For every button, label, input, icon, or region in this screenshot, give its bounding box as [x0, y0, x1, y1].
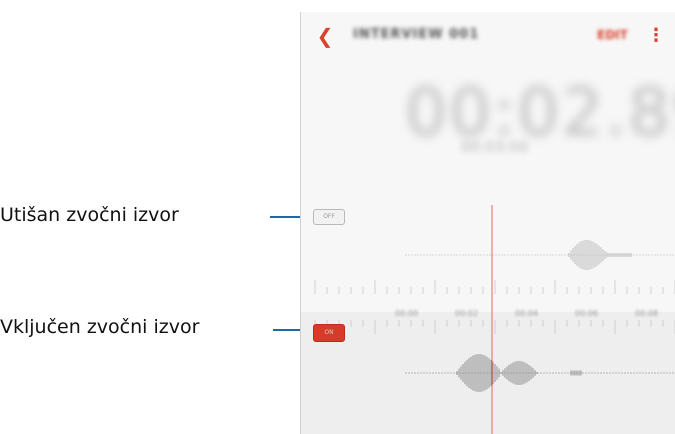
timeline-tick-label: 00:06	[575, 309, 599, 318]
muted-source-toggle[interactable]: OFF	[313, 209, 345, 225]
active-track-waveform	[405, 354, 675, 392]
active-source-toggle[interactable]: ON	[313, 324, 345, 342]
tracks-canvas	[314, 205, 675, 434]
timeline-tick-label: 00:02	[455, 309, 479, 318]
timeline-tick-label: 00:04	[515, 309, 539, 318]
timeline-tick-label: 00:00	[395, 309, 419, 318]
muted-track-waveform	[405, 239, 675, 271]
timeline-tick-label: 00:08	[635, 309, 659, 318]
timeline-ruler	[314, 280, 675, 334]
voice-recorder-screen: ❮ INTERVIEW 001 EDIT ⋮ 00:02.89 00:03:00…	[300, 12, 675, 434]
active-source-callout: Vključen zvočni izvor	[0, 316, 200, 338]
muted-source-callout: Utišan zvočni izvor	[0, 204, 179, 226]
